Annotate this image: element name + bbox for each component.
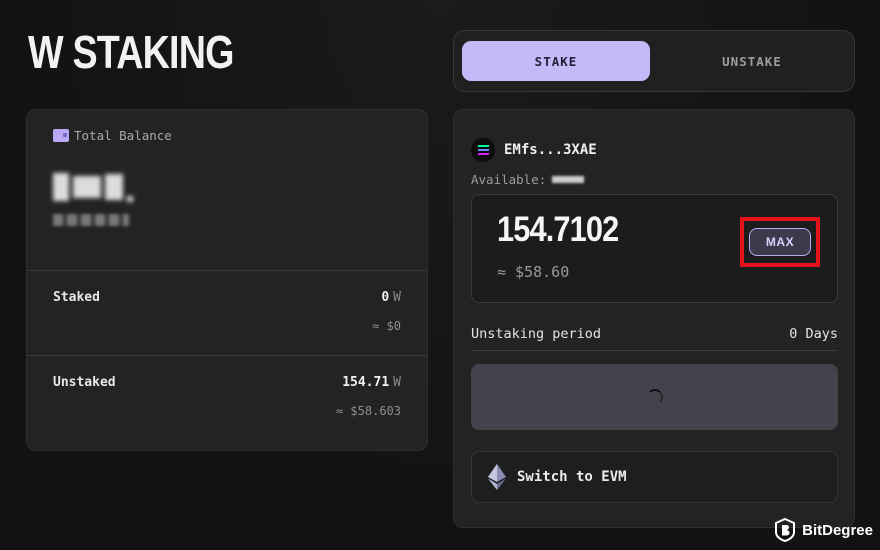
unstaking-period-value: 0 Days [789,326,838,342]
wallet-icon [53,129,69,142]
switch-to-evm-button[interactable]: Switch to EVM [471,451,838,503]
total-balance-header: Total Balance [53,128,172,143]
bitdegree-watermark: BitDegree [774,518,873,542]
staked-amount: 0W [381,290,401,305]
ethereum-icon [488,464,506,490]
unstaked-amount: 154.71 W [342,375,401,390]
switch-label: Switch to EVM [517,469,627,485]
spinner-icon [646,389,663,405]
page-title: W STAKING [28,26,234,78]
total-balance-section: Total Balance [27,110,427,271]
stake-unstake-tabs: STAKE UNSTAKE [453,30,855,92]
unstaking-period-row: Unstaking period 0 Days [471,326,838,351]
amount-input-box[interactable]: 154.7102 ≈ $58.60 MAX [471,194,838,303]
bitdegree-logo [775,518,796,542]
staked-label: Staked [53,290,100,305]
w-staking-page: W STAKING Total Balance Staked 0W ≈ $0 U… [0,0,880,550]
total-balance-label: Total Balance [74,128,172,143]
max-button[interactable]: MAX [749,228,811,256]
available-balance: Available: [471,172,585,187]
staked-row: Staked 0W ≈ $0 [27,271,427,356]
tab-stake[interactable]: STAKE [462,41,650,81]
staked-usd: ≈ $0 [372,319,401,333]
max-button-highlight: MAX [740,217,820,267]
unstaked-value: 154.71 [342,375,390,390]
unstaked-unit: W [393,375,401,390]
total-balance-amount-redacted [53,172,143,202]
available-value-redacted [552,176,585,183]
unstaked-row: Unstaked 154.71 W ≈ $58.603 [27,356,427,440]
stake-submit-button[interactable] [471,364,838,430]
staked-value: 0 [381,290,390,305]
amount-usd-value: ≈ $58.60 [497,263,570,281]
available-label: Available: [471,172,547,187]
total-balance-usd-redacted [53,214,129,226]
amount-input[interactable]: 154.7102 [497,210,619,250]
unstaked-usd: ≈ $58.603 [335,404,401,418]
balance-card: Total Balance Staked 0W ≈ $0 Unstaked 15… [26,109,428,451]
stake-form-card: EMfs...3XAE Available: 154.7102 ≈ $58.60… [453,109,855,528]
tab-unstake[interactable]: UNSTAKE [658,41,846,81]
solana-icon [471,138,495,162]
unstaked-label: Unstaked [53,375,116,390]
staked-unit: W [393,290,401,305]
unstaking-period-label: Unstaking period [471,326,602,342]
account-selector[interactable]: EMfs...3XAE [471,138,597,162]
account-address: EMfs...3XAE [504,142,597,158]
watermark-text: BitDegree [802,521,873,539]
